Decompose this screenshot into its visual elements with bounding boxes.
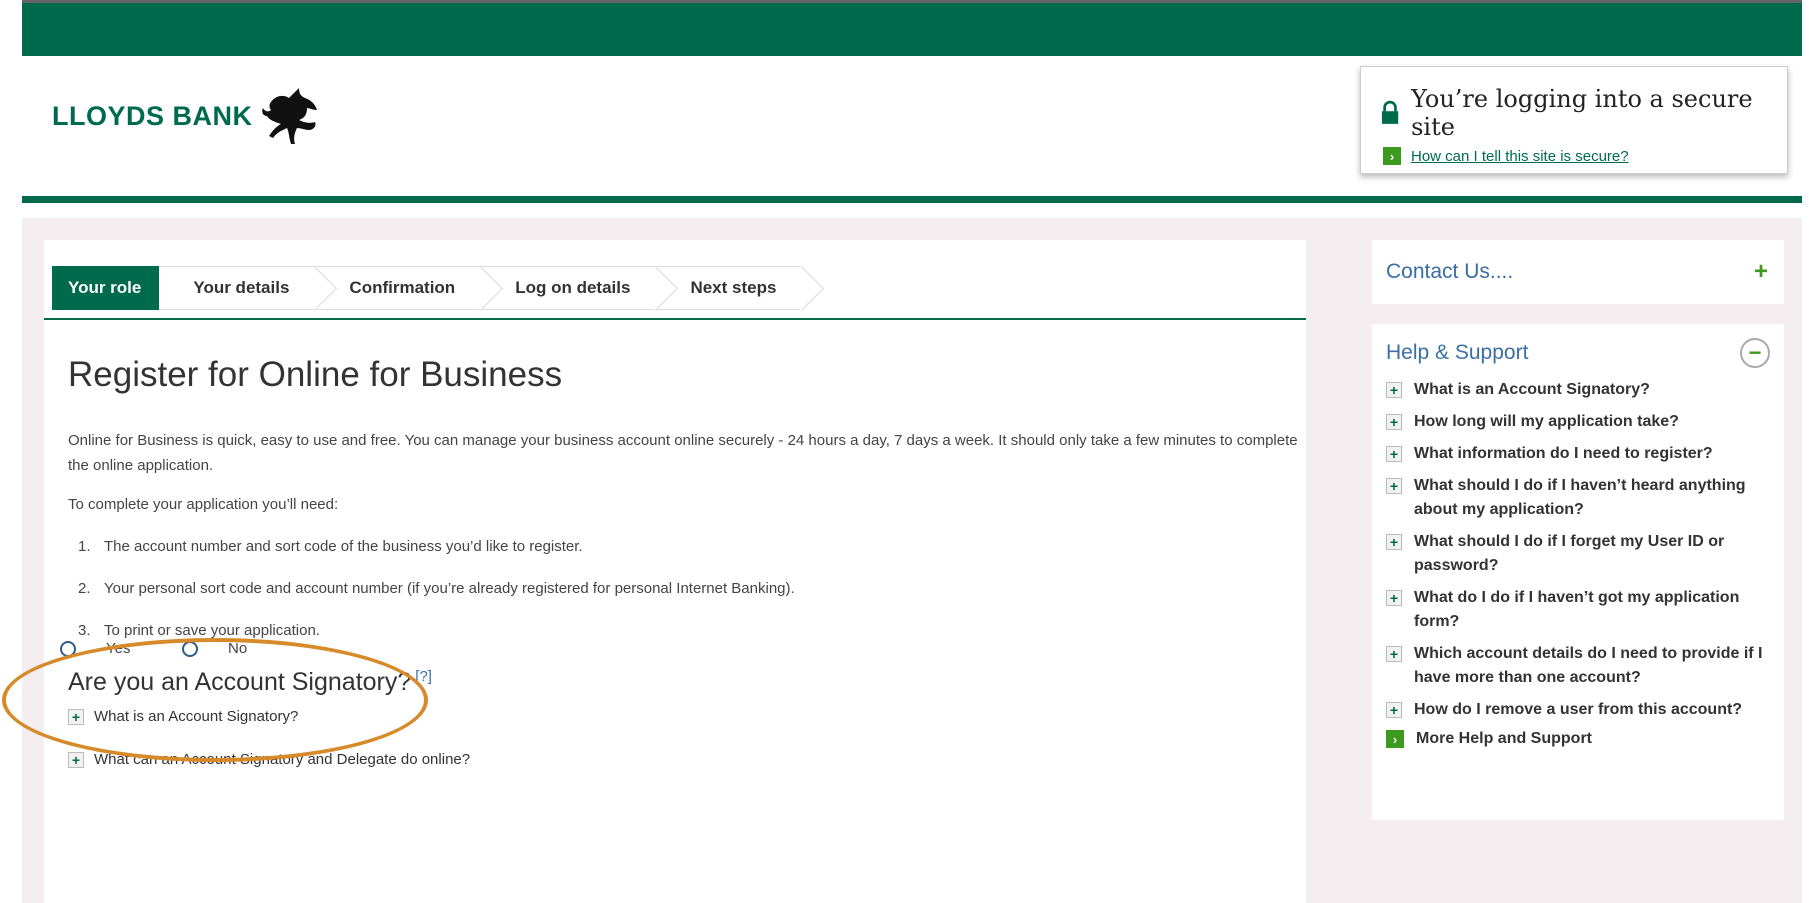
collapse-minus-icon[interactable]: − (1740, 338, 1770, 368)
step-your-role: Your role (52, 266, 176, 310)
plus-icon: + (1386, 534, 1402, 550)
radio-no-label: No (228, 640, 248, 657)
signatory-help-link[interactable]: [?] (415, 668, 432, 685)
header-divider (22, 196, 1802, 203)
secure-title: You’re logging into a secure site (1381, 85, 1767, 141)
radio-no[interactable]: No (182, 640, 247, 657)
help-support-header: Help & Support − (1386, 338, 1770, 368)
help-support-box: Help & Support − + What is an Account Sig… (1372, 324, 1784, 820)
contact-us-box[interactable]: Contact Us.... + (1372, 240, 1784, 304)
more-help-link[interactable]: › More Help and Support (1386, 730, 1770, 748)
faq-signatory-delegate[interactable]: + What can an Account Signatory and Dele… (68, 751, 470, 768)
help-support-title[interactable]: Help & Support (1386, 341, 1528, 365)
lock-icon (1381, 100, 1399, 124)
plus-icon: + (1386, 478, 1402, 494)
radio-circle-icon[interactable] (182, 640, 198, 657)
help-list: + What is an Account Signatory? + How long… (1386, 378, 1770, 722)
progress-steps: Your role Your details Confirmation Log … (52, 266, 803, 310)
help-item[interactable]: + How do I remove a user from this accoun… (1386, 698, 1770, 722)
page-title: Register for Online for Business (68, 355, 563, 394)
top-banner (22, 0, 1802, 56)
faq-label: What can an Account Signatory and Delega… (94, 751, 471, 768)
step-confirmation: Confirmation (315, 266, 482, 310)
plus-icon: + (1386, 590, 1402, 606)
plus-icon: + (68, 751, 84, 768)
steps-underline (44, 318, 1306, 320)
secure-site-link[interactable]: How can I tell this site is secure? (1411, 148, 1629, 165)
secure-title-text: You’re logging into a secure site (1411, 85, 1753, 141)
help-item[interactable]: + Which account details do I need to prov… (1386, 642, 1770, 690)
signatory-question: Are you an Account Signatory? [?] (68, 668, 432, 697)
faq-what-is-signatory[interactable]: + What is an Account Signatory? (68, 708, 298, 725)
help-item[interactable]: + What should I do if I forget my User ID… (1386, 530, 1770, 578)
step-your-details: Your details (159, 266, 316, 310)
header: LLOYDS BANK You’re logging into a secure… (22, 56, 1802, 202)
logo-text: LLOYDS BANK (52, 100, 253, 131)
signatory-question-text: Are you an Account Signatory? (68, 668, 412, 696)
expand-plus-icon[interactable]: + (1754, 258, 1768, 286)
intro-text: Online for Business is quick, easy to us… (68, 432, 1298, 474)
list-item: 1. The account number and sort code of th… (78, 538, 583, 555)
plus-icon: + (68, 708, 84, 725)
main-panel: Your role Your details Confirmation Log … (44, 240, 1306, 903)
black-horse-icon (261, 88, 317, 144)
requirements-heading: To complete your application you’ll need… (68, 496, 339, 513)
radio-circle-icon[interactable] (60, 640, 76, 657)
step-log-on-details: Log on details (481, 266, 657, 310)
plus-icon: + (1386, 414, 1402, 430)
help-item[interactable]: + What should I do if I haven’t heard any… (1386, 474, 1770, 522)
radio-yes-label: Yes (106, 640, 131, 657)
secure-link-row[interactable]: › How can I tell this site is secure? (1383, 147, 1767, 165)
radio-yes[interactable]: Yes (60, 640, 130, 657)
list-item: 2. Your personal sort code and account nu… (78, 580, 795, 597)
plus-icon: + (1386, 382, 1402, 398)
plus-icon: + (1386, 446, 1402, 462)
plus-icon: + (1386, 646, 1402, 662)
help-item[interactable]: + How long will my application take? (1386, 410, 1770, 434)
chevron-right-icon: › (1386, 730, 1404, 748)
lloyds-logo[interactable]: LLOYDS BANK (52, 86, 325, 146)
faq-label: What is an Account Signatory? (94, 708, 299, 725)
secure-site-box: You’re logging into a secure site › How … (1360, 66, 1788, 174)
help-item[interactable]: + What information do I need to register? (1386, 442, 1770, 466)
help-item[interactable]: + What is an Account Signatory? (1386, 378, 1770, 402)
plus-icon: + (1386, 702, 1402, 718)
more-help-label: More Help and Support (1416, 730, 1592, 747)
contact-us-title[interactable]: Contact Us.... (1386, 260, 1513, 284)
chevron-right-icon: › (1383, 147, 1401, 165)
help-item[interactable]: + What do I do if I haven’t got my applic… (1386, 586, 1770, 634)
